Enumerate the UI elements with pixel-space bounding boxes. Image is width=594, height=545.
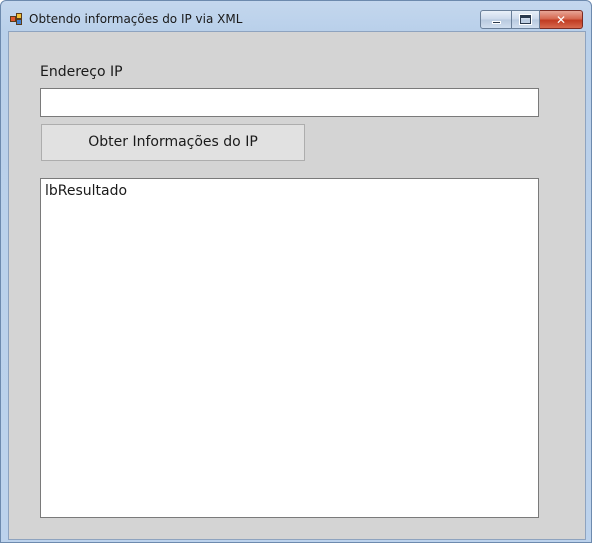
ip-address-label: Endereço IP (40, 64, 123, 80)
close-button[interactable]: ✕ (540, 10, 583, 29)
result-label: lbResultado (45, 183, 128, 199)
maximize-button[interactable] (512, 10, 540, 29)
close-icon: ✕ (555, 12, 567, 27)
get-ip-info-button[interactable]: Obter Informações do IP (41, 124, 305, 161)
maximize-icon (520, 15, 531, 24)
ip-address-input[interactable] (40, 88, 539, 117)
title-bar[interactable]: Obtendo informações do IP via XML ✕ (1, 1, 591, 31)
window-title: Obtendo informações do IP via XML (29, 12, 243, 26)
resize-grip[interactable] (585, 536, 591, 542)
caption-buttons: ✕ (480, 10, 583, 29)
form-client-area: Endereço IP Obter Informações do IP lbRe… (8, 31, 586, 540)
app-window: Obtendo informações do IP via XML ✕ Ende… (0, 0, 592, 543)
minimize-icon (491, 21, 501, 24)
app-icon (10, 13, 24, 26)
minimize-button[interactable] (480, 10, 512, 29)
result-panel: lbResultado (40, 178, 539, 518)
